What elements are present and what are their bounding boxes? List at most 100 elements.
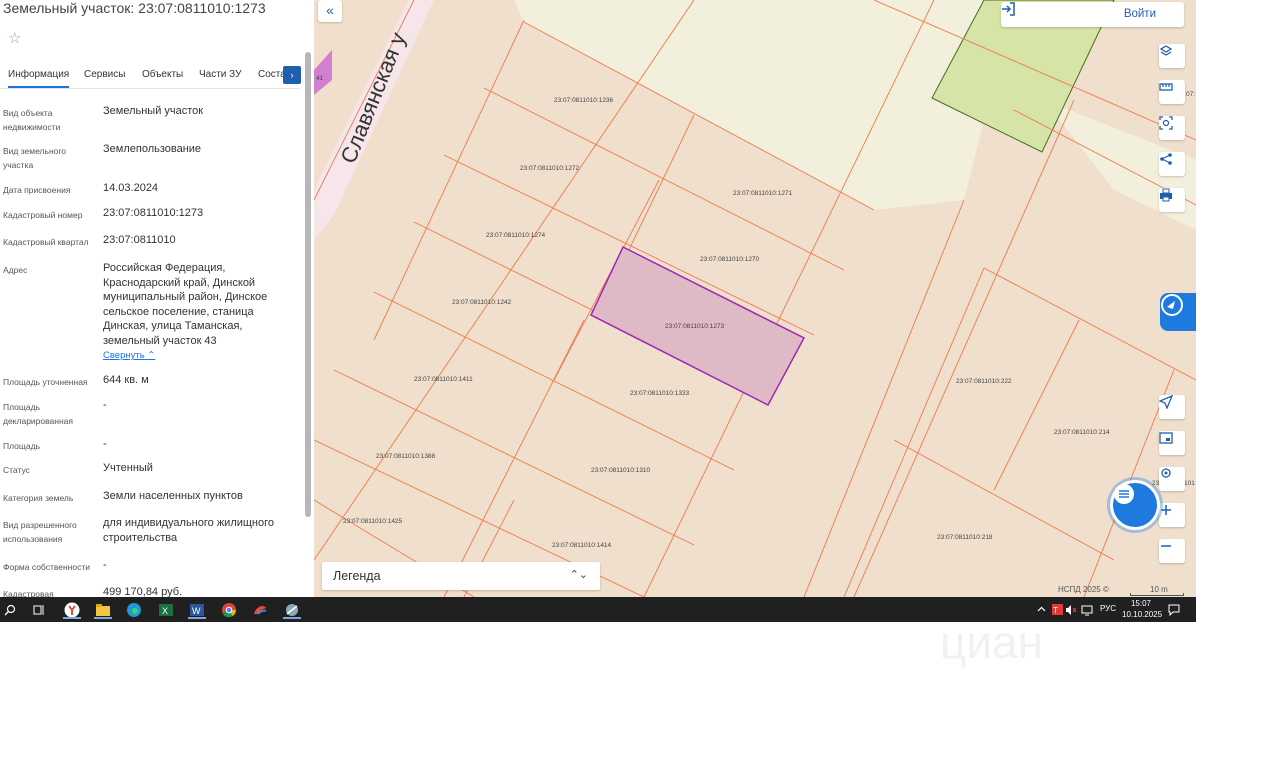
row-label: Форма собственности	[3, 562, 90, 572]
plot-label: 23:07:0811010:218	[937, 534, 993, 541]
yandex-browser-icon[interactable]	[62, 600, 82, 619]
search-icon[interactable]	[0, 600, 20, 619]
row-label: Вид разрешенного использования	[3, 520, 77, 544]
row-value: 23:07:0811010:1273	[103, 207, 204, 219]
tab-parts[interactable]: Части ЗУ	[199, 69, 241, 80]
svg-text:T: T	[1053, 606, 1058, 615]
language-indicator[interactable]: РУС	[1100, 604, 1116, 613]
chevron-up-icon: ⌃	[147, 350, 156, 361]
row-value: 644 кв. м	[103, 374, 149, 386]
tab-information[interactable]: Информация	[8, 69, 70, 88]
legend-label: Легенда	[333, 569, 381, 583]
zoom-in-button[interactable]	[1159, 503, 1185, 527]
share-icon	[1160, 153, 1172, 165]
app2-icon[interactable]	[282, 600, 302, 619]
row-label: Адрес	[3, 265, 28, 275]
row-label: Площадь	[3, 441, 41, 451]
map-attribution: НСПД 2025 ©	[1058, 585, 1109, 594]
plot-label: 23:07:0811010:1270	[700, 256, 760, 263]
minimap-icon	[1159, 432, 1173, 444]
ruler-icon	[1159, 83, 1173, 91]
plot-label: 23:07:0811010:222	[956, 378, 1012, 385]
task-view-icon[interactable]	[29, 600, 49, 619]
row-value: Учтенный	[103, 462, 153, 474]
print-button[interactable]	[1159, 188, 1185, 212]
row-label: Категория земель	[3, 493, 74, 503]
excel-icon[interactable]: X	[156, 600, 176, 619]
minimap-button[interactable]	[1159, 431, 1185, 455]
tab-composition[interactable]: Соста	[258, 69, 286, 80]
tabs-next-button[interactable]: ›	[283, 66, 301, 84]
row-label: Кадастровая	[3, 589, 54, 597]
double-chevron-left-icon: «	[326, 2, 334, 18]
notification-icon[interactable]	[1166, 600, 1182, 619]
scale-bar	[1130, 593, 1184, 596]
panel-scrollbar[interactable]	[305, 52, 311, 517]
row-label: Вид земельного участка	[3, 146, 67, 170]
plot-label: 23:07:0811010:1273	[665, 323, 725, 330]
row-value: 23:07:0811010	[103, 234, 176, 246]
plot-label: 23:07:0811010:214	[1054, 429, 1110, 436]
edge-icon[interactable]	[124, 600, 144, 619]
info-panel: Земельный участок: 23:07:0811010:1273 ☆ …	[0, 0, 314, 597]
row-value: Земельный участок	[103, 105, 204, 117]
edge-label: 07:	[1186, 91, 1195, 98]
panel-title: Земельный участок: 23:07:0811010:1273	[3, 0, 266, 16]
network-icon[interactable]	[1080, 600, 1094, 619]
ruler-button[interactable]	[1159, 80, 1185, 104]
row-label: Дата присвоения	[3, 185, 71, 195]
legend-dropdown[interactable]: Легенда ⌃⌄	[322, 562, 600, 590]
zoom-out-button[interactable]	[1159, 539, 1185, 563]
row-value: Землепользование	[103, 143, 202, 155]
word-icon[interactable]: W	[187, 600, 207, 619]
plot-label: 23:07:0811010:1274	[486, 232, 546, 239]
layers-button[interactable]	[1159, 44, 1185, 68]
file-explorer-icon[interactable]	[93, 600, 113, 619]
edge-label: 41	[316, 75, 324, 82]
collapse-link[interactable]: Свернуть ⌃	[103, 350, 155, 361]
layers-icon	[1159, 45, 1173, 56]
clock-time: 15:07	[1130, 599, 1152, 608]
row-label: Площадь декларированная	[3, 402, 73, 426]
tab-objects[interactable]: Объекты	[142, 69, 183, 80]
chevron-updown-icon: ⌃⌄	[569, 569, 588, 581]
chat-icon	[1114, 484, 1134, 504]
select-area-icon	[1159, 116, 1173, 130]
select-area-button[interactable]	[1159, 116, 1185, 140]
plus-icon	[1161, 505, 1171, 515]
geo-search-button[interactable]	[1159, 467, 1185, 491]
plot-label: 23:07:0811010:1310	[591, 467, 651, 474]
tray-app-icon[interactable]: T	[1050, 600, 1064, 619]
collapse-label: Свернуть	[103, 350, 145, 361]
edge-label: 101	[1184, 480, 1195, 487]
feedback-icon	[1161, 294, 1183, 316]
favorite-star-icon[interactable]: ☆	[8, 31, 24, 47]
row-value: 14.03.2024	[103, 182, 159, 194]
clock[interactable]: 15:07 10.10.2025	[1122, 598, 1163, 620]
tab-services[interactable]: Сервисы	[84, 69, 125, 80]
share-button[interactable]	[1159, 152, 1185, 176]
plot-label: 23:07:0811010:1411	[414, 376, 473, 383]
row-value: для индивидуального жилищного строительс…	[103, 517, 275, 544]
app-icon[interactable]	[250, 600, 270, 619]
plot-label: 23:07:0811010:1272	[520, 165, 580, 172]
row-label: Кадастровый номер	[3, 210, 83, 220]
plot-label: 23:07:0811010:1333	[630, 390, 690, 397]
row-value: -	[103, 559, 107, 571]
plot-label: 23:07:0811010:1388	[376, 453, 436, 460]
row-label: Кадастровый квартал	[3, 237, 89, 247]
map-pin-icon	[1161, 468, 1171, 478]
my-location-button[interactable]	[1159, 395, 1185, 419]
collapse-panel-button[interactable]: «	[318, 0, 342, 22]
chat-button[interactable]	[1110, 480, 1160, 530]
login-button[interactable]: Войти	[1001, 2, 1184, 27]
location-arrow-icon	[1159, 395, 1173, 409]
clock-date: 10.10.2025	[1122, 610, 1163, 619]
chrome-icon[interactable]	[219, 600, 239, 619]
minus-icon	[1161, 545, 1171, 547]
feedback-tab[interactable]	[1160, 293, 1196, 331]
cadastral-map: 23:07:0811010:1236 23:07:0811010:1272 23…	[314, 0, 1196, 597]
volume-muted-icon[interactable]	[1064, 600, 1078, 619]
map-view[interactable]: 23:07:0811010:1236 23:07:0811010:1272 23…	[314, 0, 1196, 597]
row-value: -	[103, 399, 107, 411]
